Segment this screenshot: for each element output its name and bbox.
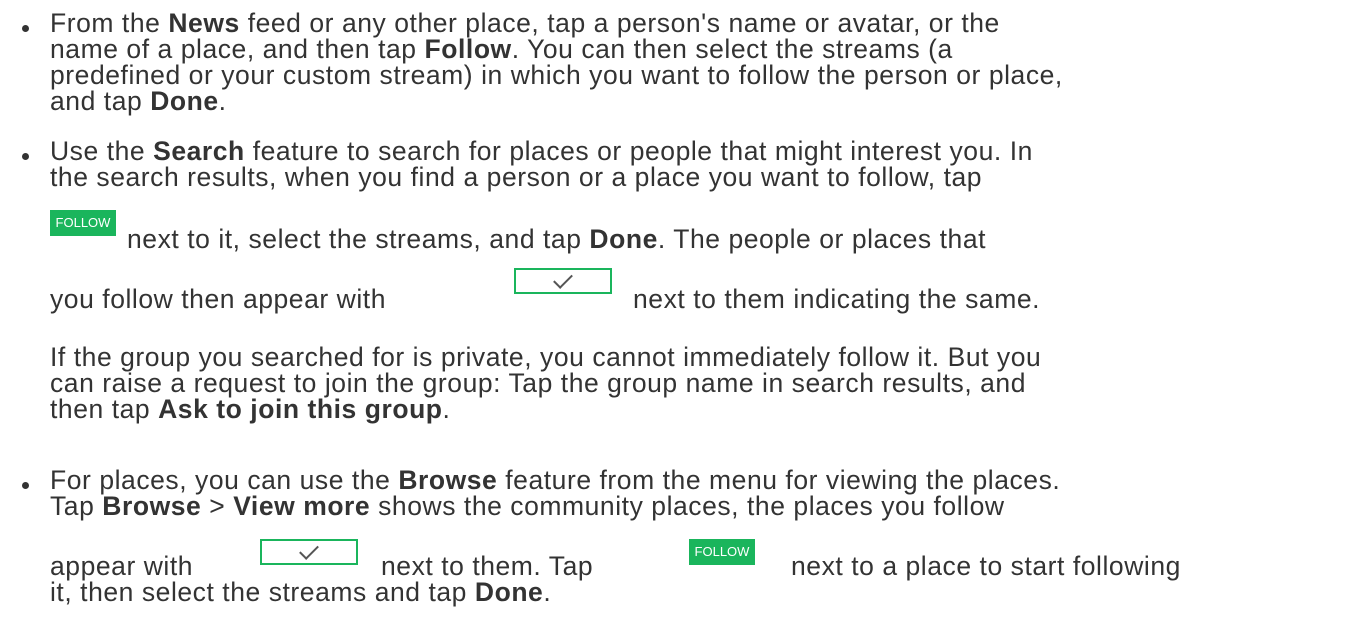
text-run: > bbox=[201, 491, 234, 521]
bullet-2 bbox=[18, 153, 32, 167]
item2-line3: next to it, select the streams, and tap … bbox=[127, 224, 987, 254]
following-check-button[interactable] bbox=[514, 268, 612, 294]
bold-term: Done bbox=[474, 577, 544, 607]
item1-line4: and tap Done. bbox=[50, 86, 227, 116]
bold-term: Browse bbox=[102, 491, 202, 521]
text-run: then tap bbox=[50, 394, 159, 424]
item2-line1: Use the Search feature to search for pla… bbox=[50, 138, 1033, 165]
text-run: and tap bbox=[50, 86, 151, 116]
following-check-button-2[interactable] bbox=[260, 539, 358, 565]
text-run: . bbox=[442, 394, 451, 424]
bullet-3 bbox=[18, 482, 32, 496]
text-run: it, then select the streams and tap bbox=[50, 577, 475, 607]
item3-line3-b: next to them. Tap bbox=[381, 551, 594, 581]
item3-line3-a: appear with bbox=[50, 551, 194, 581]
item2-line2: the search results, when you find a pers… bbox=[50, 162, 983, 192]
text-run: the search results, when you find a pers… bbox=[50, 162, 983, 192]
item2-line4: you follow then appear with bbox=[50, 284, 386, 314]
item2-para-line3: then tap Ask to join this group. bbox=[50, 394, 451, 424]
item1-line2: name of a place, and then tap Follow. Yo… bbox=[50, 36, 953, 63]
text-run: shows the community places, the places y… bbox=[370, 491, 1005, 521]
text-run: Tap bbox=[50, 491, 103, 521]
bold-term: Done bbox=[589, 224, 658, 254]
follow-button-2[interactable]: FOLLOW bbox=[689, 539, 755, 565]
item2-line4-pre: you follow then appear with bbox=[50, 284, 386, 314]
item3-line4: it, then select the streams and tap Done… bbox=[50, 577, 552, 607]
item2-line4-post: next to them indicating the same. bbox=[633, 284, 1041, 314]
item1-line1: From the News feed or any other place, t… bbox=[50, 10, 1000, 37]
item3-line3-c: next to a place to start following bbox=[791, 551, 1181, 581]
text-run: . bbox=[543, 577, 552, 607]
checkmark-icon bbox=[299, 540, 319, 560]
item2-para-line2: can raise a request to join the group: T… bbox=[50, 370, 1026, 397]
text-run: . bbox=[218, 86, 227, 116]
follow-button[interactable]: FOLLOW bbox=[50, 210, 116, 236]
text-run: . The people or places that bbox=[657, 224, 987, 254]
bold-term: Done bbox=[150, 86, 219, 116]
text-run: next to it, select the streams, and tap bbox=[127, 224, 590, 254]
item1-line3: predefined or your custom stream) in whi… bbox=[50, 62, 1063, 89]
bold-term: View more bbox=[233, 491, 371, 521]
item3-line1: For places, you can use the Browse featu… bbox=[50, 467, 1060, 494]
bullet-1 bbox=[18, 25, 32, 39]
item2-para-line1: If the group you searched for is private… bbox=[50, 344, 1041, 371]
bold-term: Ask to join this group bbox=[158, 394, 443, 424]
item3-line2: Tap Browse > View more shows the communi… bbox=[50, 491, 1005, 521]
checkmark-icon bbox=[553, 269, 573, 289]
